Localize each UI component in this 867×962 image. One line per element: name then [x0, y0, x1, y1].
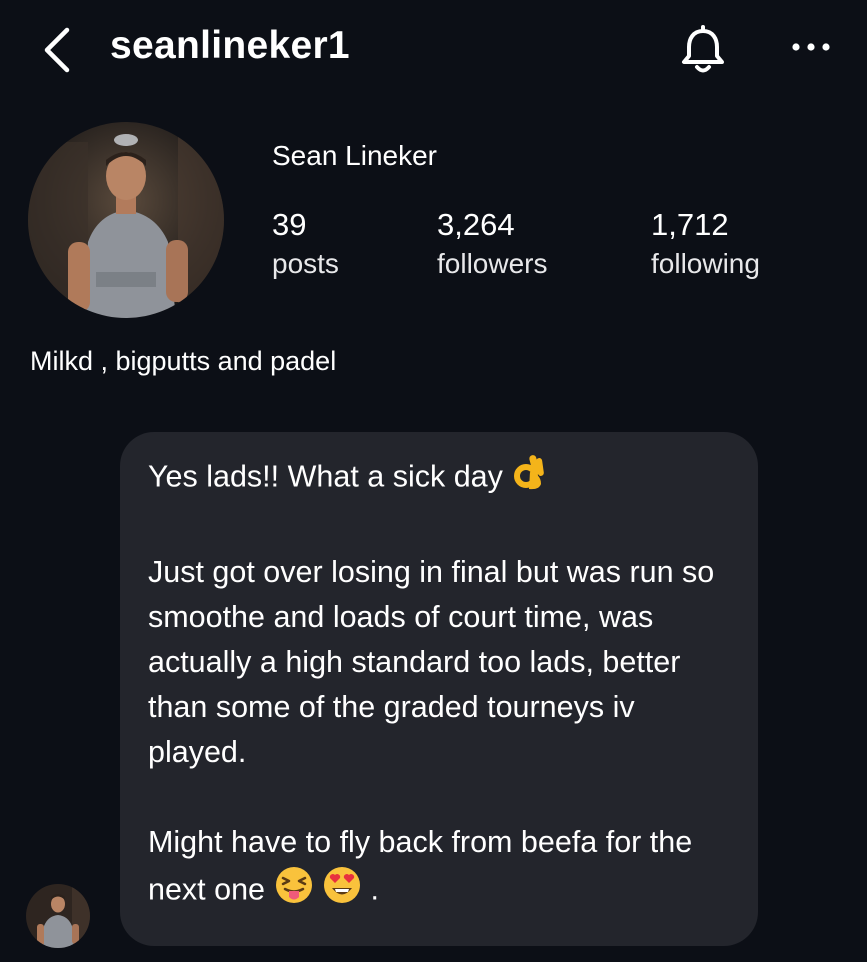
top-bar: seanlineker1 — [0, 0, 867, 100]
notifications-button[interactable] — [678, 24, 728, 76]
following-stat[interactable]: 1,712 following — [651, 206, 760, 284]
bell-icon — [682, 25, 724, 73]
more-horizontal-icon — [792, 43, 830, 51]
message-sender-avatar[interactable] — [26, 884, 90, 948]
posts-count: 39 — [272, 207, 307, 242]
message-line-3: Might have to fly back from beefa for th… — [148, 825, 693, 907]
posts-stat[interactable]: 39 posts — [272, 206, 339, 284]
profile-avatar[interactable] — [28, 122, 224, 318]
profile-username: seanlineker1 — [110, 24, 350, 67]
followers-label: followers — [437, 248, 548, 279]
profile-display-name: Sean Lineker — [272, 140, 438, 171]
following-count: 1,712 — [651, 207, 729, 242]
more-options-button[interactable] — [788, 34, 834, 60]
message-line-1: Yes lads!! What a sick day — [148, 459, 503, 494]
message-paragraph: Yes lads!! What a sick day — [148, 452, 732, 505]
message-bubble[interactable]: Yes lads!! What a sick day Just got over… — [120, 432, 758, 946]
chevron-left-icon — [44, 27, 70, 73]
followers-count: 3,264 — [437, 207, 515, 242]
posts-label: posts — [272, 248, 339, 279]
back-button[interactable] — [38, 26, 78, 74]
following-label: following — [651, 248, 760, 279]
ok-hand-icon — [511, 452, 547, 505]
profile-bio: Milkd , bigputts and padel — [30, 346, 337, 376]
message-trailing-period: . — [370, 872, 379, 907]
message-paragraph: Just got over losing in final but was ru… — [148, 555, 715, 769]
message-paragraph: Might have to fly back from beefa for th… — [148, 820, 732, 918]
followers-stat[interactable]: 3,264 followers — [437, 206, 547, 284]
squinting-tongue-face-icon — [274, 865, 314, 918]
heart-eyes-face-icon — [322, 865, 362, 918]
